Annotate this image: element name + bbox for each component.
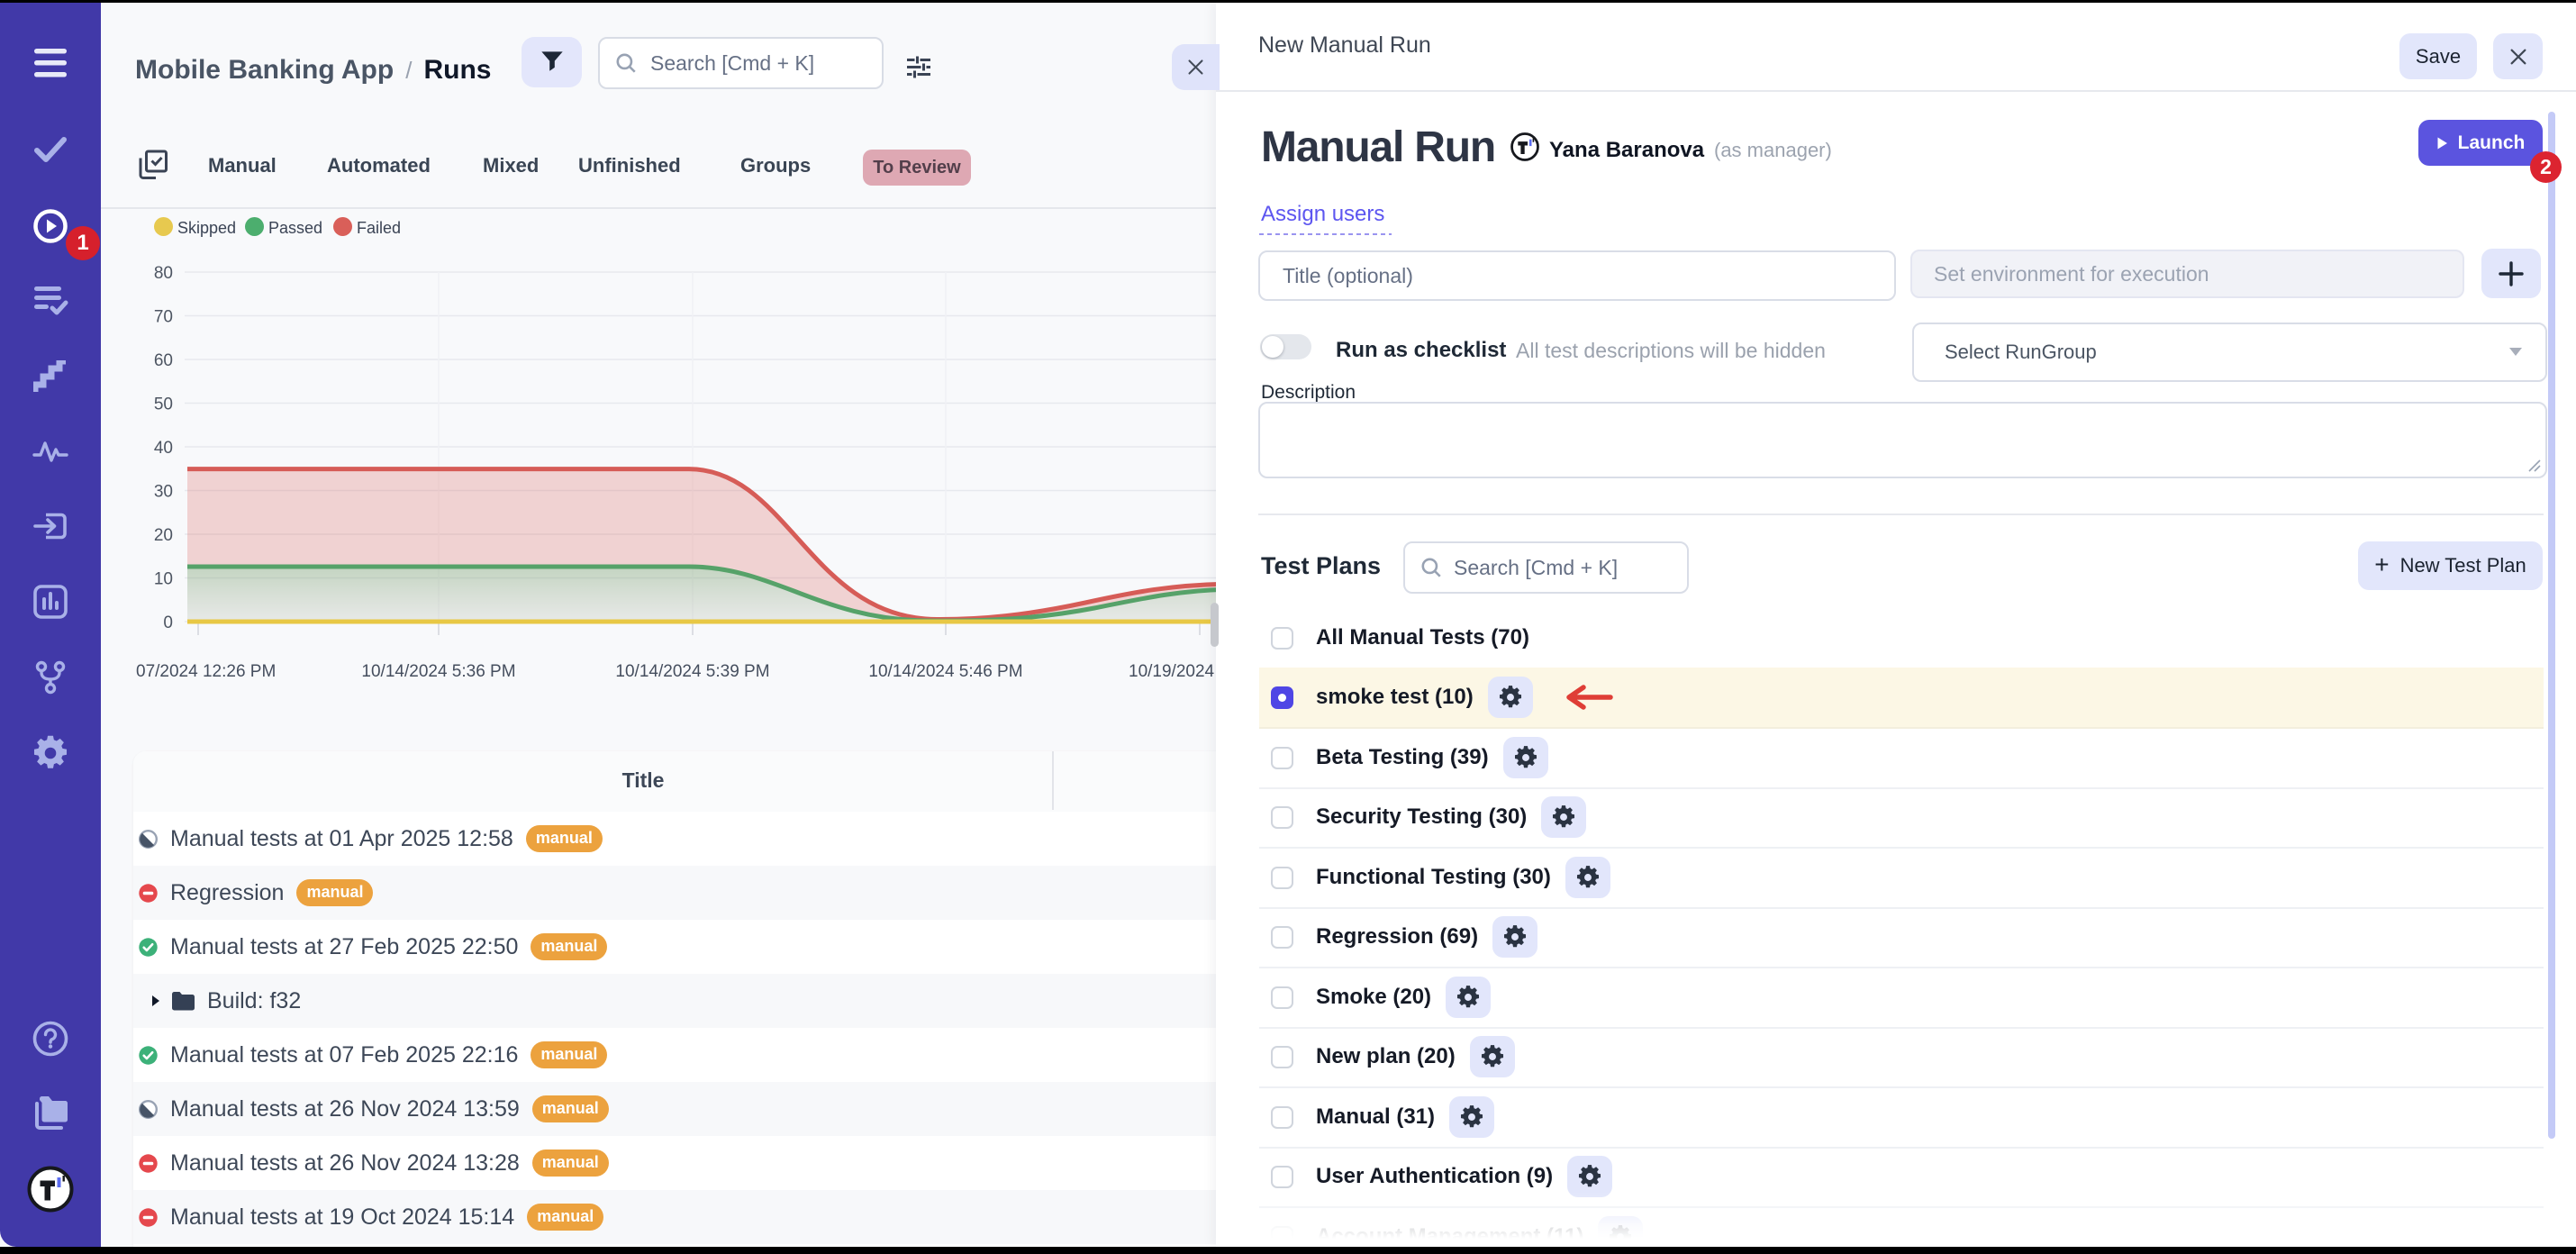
- svg-text:20: 20: [154, 526, 173, 545]
- svg-text:10: 10: [154, 570, 173, 589]
- svg-text:10/14/2024 5:46 PM: 10/14/2024 5:46 PM: [868, 662, 1022, 681]
- svg-text:30: 30: [154, 483, 173, 502]
- svg-text:10/14/2024 5:36 PM: 10/14/2024 5:36 PM: [361, 662, 515, 681]
- svg-text:70: 70: [154, 308, 173, 327]
- svg-text:10/14/2024 5:39 PM: 10/14/2024 5:39 PM: [615, 662, 769, 681]
- svg-text:0: 0: [163, 613, 173, 632]
- svg-text:80: 80: [154, 264, 173, 283]
- svg-text:07/2024 12:26 PM: 07/2024 12:26 PM: [136, 662, 276, 681]
- svg-text:60: 60: [154, 351, 173, 370]
- svg-text:50: 50: [154, 395, 173, 414]
- svg-text:10/19/2024: 10/19/2024: [1129, 662, 1215, 681]
- svg-text:40: 40: [154, 439, 173, 458]
